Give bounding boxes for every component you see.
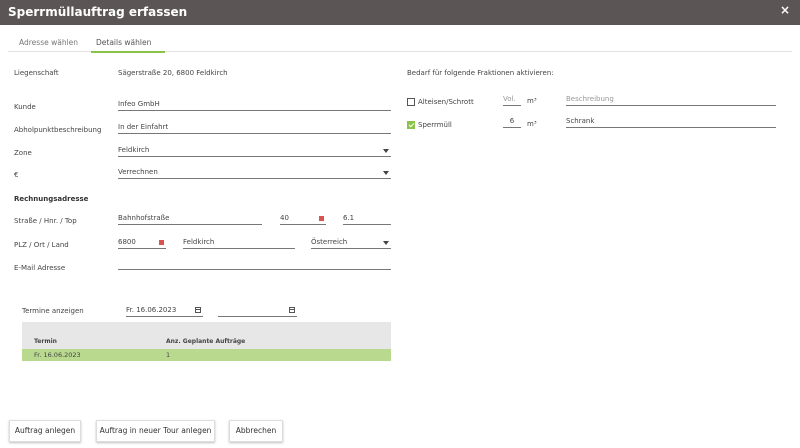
alteisen-description-field[interactable]: Beschreibung (566, 94, 776, 106)
chevron-down-icon (383, 149, 389, 153)
column-header-anzahl: Anz. Geplante Aufträge (166, 338, 246, 345)
top-value: 6.1 (343, 214, 355, 222)
tab-details-waehlen[interactable]: Details wählen (96, 38, 151, 47)
dialog-title: Sperrmüllauftrag erfassen (8, 5, 188, 19)
sperrmuell-unit: m³ (527, 120, 537, 128)
termine-table: Termin Anz. Geplante Aufträge Fr. 16.06.… (22, 322, 391, 362)
euro-label: € (14, 171, 19, 179)
cell-termin: Fr. 16.06.2023 (34, 351, 81, 359)
cell-anzahl: 1 (166, 351, 171, 359)
sperrmuell-label: Sperrmüll (418, 121, 452, 129)
table-header: Termin Anz. Geplante Aufträge (22, 322, 391, 349)
plz-value: 6800 (118, 238, 136, 246)
liegenschaft-value: Sägerstraße 20, 6800 Feldkirch (118, 69, 228, 77)
ort-value: Feldkirch (183, 238, 215, 246)
verrechnung-value: Verrechnen (118, 168, 158, 176)
alteisen-unit: m³ (527, 97, 537, 105)
tab-bar: Adresse wählen Details wählen (8, 34, 792, 53)
email-field[interactable] (118, 258, 391, 270)
dialog: Sperrmüllauftrag erfassen × Adresse wähl… (0, 0, 800, 448)
alteisen-checkbox[interactable] (407, 98, 415, 106)
kunde-field[interactable]: Infeo GmbH (118, 99, 391, 111)
column-header-termin: Termin (34, 338, 57, 345)
rechnungsadresse-heading: Rechnungsadresse (14, 195, 89, 203)
fraktionen-heading: Bedarf für folgende Fraktionen aktiviere… (407, 69, 554, 77)
alteisen-label: Alteisen/Schrott (418, 98, 474, 106)
land-value: Österreich (311, 238, 348, 246)
required-marker (159, 240, 164, 245)
sperrmuell-description-value: Schrank (566, 117, 595, 125)
termin-from-date[interactable]: Fr. 16.06.2023 (126, 305, 203, 317)
kunde-label: Kunde (14, 103, 36, 111)
title-bar: Sperrmüllauftrag erfassen × (0, 0, 800, 25)
alteisen-volume-field[interactable]: Vol. (503, 94, 521, 106)
hausnummer-value: 40 (280, 214, 289, 222)
zone-value: Feldkirch (118, 146, 150, 154)
auftrag-neue-tour-button[interactable]: Auftrag in neuer Tour anlegen (96, 420, 215, 442)
abholpunkt-label: Abholpunktbeschreibung (14, 126, 102, 134)
top-field[interactable]: 6.1 (343, 213, 391, 225)
calendar-icon[interactable] (195, 307, 201, 313)
strasse-field[interactable]: Bahnhofstraße (118, 213, 262, 225)
termine-label: Termine anzeigen (22, 307, 84, 315)
abholpunkt-field[interactable]: In der Einfahrt (118, 122, 391, 134)
chevron-down-icon (383, 241, 389, 245)
liegenschaft-label: Liegenschaft (14, 69, 59, 77)
abholpunkt-value: In der Einfahrt (118, 123, 169, 131)
termin-from-value: Fr. 16.06.2023 (126, 306, 177, 314)
strasse-value: Bahnhofstraße (118, 214, 170, 222)
required-marker (319, 216, 324, 221)
termin-to-date[interactable] (218, 305, 297, 317)
sperrmuell-description-field[interactable]: Schrank (566, 116, 776, 128)
close-icon[interactable]: × (780, 3, 790, 17)
plz-field[interactable]: 6800 (118, 237, 166, 249)
verrechnung-select[interactable]: Verrechnen (118, 167, 391, 179)
ort-field[interactable]: Feldkirch (183, 237, 295, 249)
sperrmuell-checkbox[interactable] (407, 121, 415, 129)
active-tab-indicator (91, 51, 165, 53)
chevron-down-icon (383, 171, 389, 175)
plz-ort-land-label: PLZ / Ort / Land (14, 241, 69, 249)
kunde-value: Infeo GmbH (118, 100, 160, 108)
sperrmuell-volume-field[interactable]: 6 (503, 116, 521, 128)
alteisen-description-placeholder: Beschreibung (566, 95, 614, 103)
alteisen-volume-placeholder: Vol. (503, 95, 516, 103)
email-label: E-Mail Adresse (14, 264, 66, 272)
hausnummer-field[interactable]: 40 (280, 213, 326, 225)
strasse-label: Straße / Hnr. / Top (14, 217, 77, 225)
zone-label: Zone (14, 149, 32, 157)
zone-select[interactable]: Feldkirch (118, 145, 391, 157)
table-row[interactable]: Fr. 16.06.2023 1 (22, 349, 391, 361)
sperrmuell-volume-value: 6 (509, 117, 515, 125)
tab-adresse-waehlen[interactable]: Adresse wählen (19, 38, 78, 47)
abbrechen-button[interactable]: Abbrechen (229, 420, 283, 442)
land-select[interactable]: Österreich (311, 237, 391, 249)
calendar-icon[interactable] (289, 307, 295, 313)
auftrag-anlegen-button[interactable]: Auftrag anlegen (9, 420, 81, 442)
